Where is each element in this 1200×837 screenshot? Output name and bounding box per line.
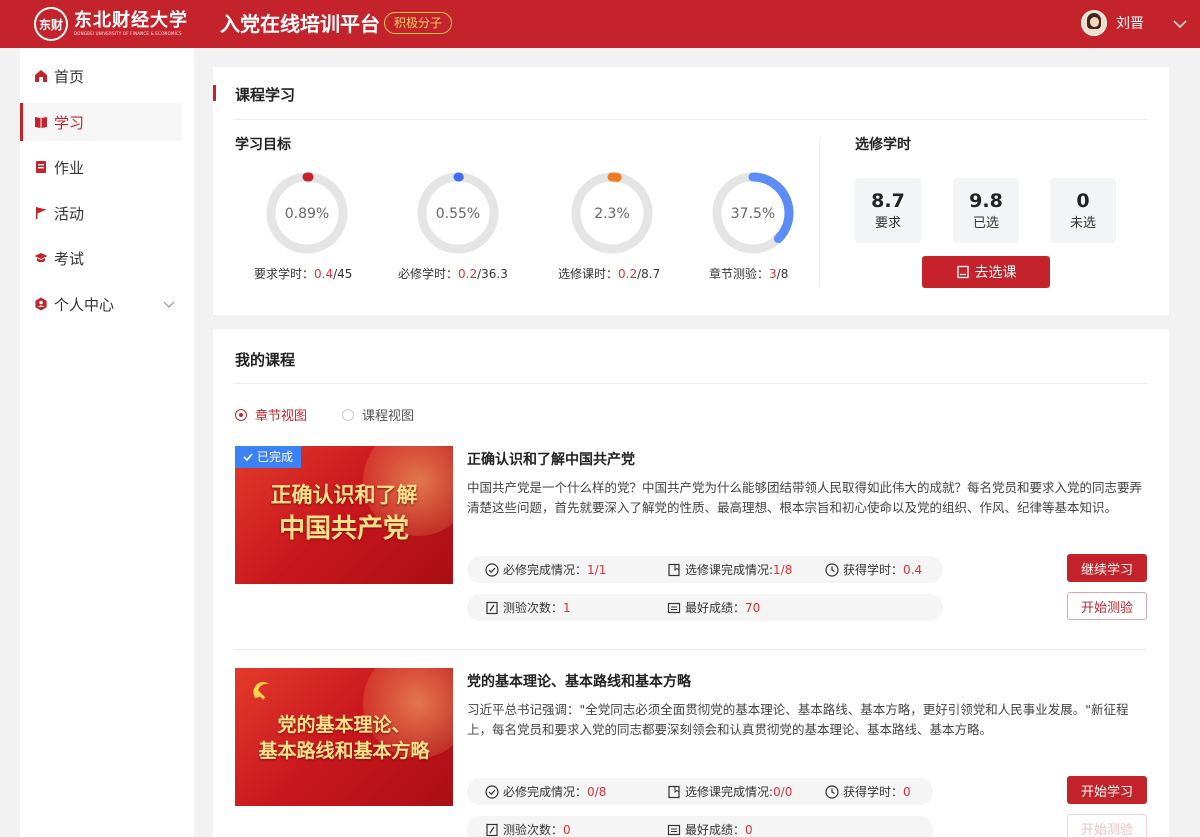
stat-unselected: 0 未选	[1050, 178, 1116, 243]
goal-title: 学习目标	[235, 137, 291, 153]
sidebar-item-label: 考试	[54, 249, 85, 268]
course-quiz-row: 测验次数： 0 最好成绩： 0	[467, 816, 933, 837]
divider	[235, 649, 1147, 650]
chevron-down-icon[interactable]	[1172, 16, 1188, 32]
view-toggle-chapter[interactable]: 章节视图	[235, 405, 307, 424]
sidebar-item-profile[interactable]: 个人中心	[20, 285, 182, 323]
sidebar-item-label: 首页	[54, 67, 85, 86]
ring-percent: 0.89%	[284, 206, 330, 222]
divider	[235, 119, 1147, 120]
choose-course-button[interactable]: 去选课	[922, 256, 1050, 288]
document-icon	[956, 265, 969, 279]
ring-percent: 37.5%	[730, 206, 776, 222]
university-seal-icon: 东财	[34, 7, 68, 41]
role-badge: 积极分子	[384, 12, 453, 34]
university-name-en: DONGBEI UNIVERSITY OF FINANCE & ECONOMIC…	[74, 31, 182, 36]
view-toggle-course[interactable]: 课程视图	[342, 405, 414, 424]
start-learning-button[interactable]: 开始学习	[1067, 776, 1147, 804]
user-avatar[interactable]	[1081, 10, 1107, 36]
course-quiz-row: 测验次数： 1 最好成绩： 70	[467, 594, 943, 621]
completed-badge: 已完成	[235, 446, 302, 468]
start-quiz-button[interactable]: 开始测验	[1067, 592, 1147, 620]
ring-percent: 2.3%	[594, 206, 630, 222]
best-score: 最好成绩： 0	[667, 816, 753, 837]
sidebar-item-label: 活动	[54, 204, 85, 223]
user-name[interactable]: 刘晋	[1116, 15, 1144, 33]
section-title: 课程学习	[235, 86, 296, 104]
check-circle-icon	[485, 784, 499, 799]
clock-icon	[825, 784, 839, 799]
ring-caption: 选修课时：0.2/8.7	[558, 267, 661, 281]
sidebar-item-label: 个人中心	[54, 295, 115, 314]
required-progress: 必修完成情况： 1/1	[485, 556, 606, 583]
elective-title: 选修学时	[855, 137, 911, 153]
edit-note-icon	[486, 823, 498, 836]
homework-icon	[36, 161, 46, 173]
sidebar-item-label: 学习	[54, 113, 85, 132]
course-thumbnail[interactable]: 党的基本理论、 基本路线和基本方略	[235, 668, 453, 806]
course-study-card: 课程学习 学习目标 0.89% 要求学时：0.4/45 0.55% 必修学时：0…	[213, 67, 1169, 315]
graduation-cap-icon	[34, 253, 48, 263]
elective-progress: 选修课完成情况: 1/8	[667, 556, 792, 583]
course-description: 中国共产党是一个什么样的党？中国共产党为什么能够团结带领人民取得如此伟大的成就？…	[467, 480, 1143, 515]
top-header: 东财 东北财经大学 DONGBEI UNIVERSITY OF FINANCE …	[0, 0, 1200, 48]
university-logo[interactable]: 东财 东北财经大学 DONGBEI UNIVERSITY OF FINANCE …	[34, 7, 188, 41]
quiz-count: 测验次数： 0	[485, 816, 571, 837]
course-description: 习近平总书记强调："全党同志必须全面贯彻党的基本理论、基本路线、基本方略，更好引…	[467, 702, 1129, 737]
section-title: 我的课程	[235, 351, 296, 369]
course-title[interactable]: 党的基本理论、基本路线和基本方略	[467, 671, 691, 691]
edit-note-icon	[486, 601, 498, 614]
scoreboard-icon	[667, 602, 681, 613]
book-icon	[35, 117, 47, 128]
university-name: 东北财经大学	[74, 10, 188, 31]
course-item: 党的基本理论、 基本路线和基本方略 党的基本理论、基本路线和基本方略 习近平总书…	[235, 668, 1147, 837]
check-icon	[243, 453, 253, 462]
course-title[interactable]: 正确认识和了解中国共产党	[467, 449, 635, 469]
sidebar-item-homework[interactable]: 作业	[20, 148, 182, 186]
sidebar-item-study[interactable]: 学习	[20, 103, 182, 141]
sidebar-item-activity[interactable]: 活动	[20, 194, 182, 232]
ring-caption: 必修学时：0.2/36.3	[398, 267, 508, 281]
notebook-icon	[668, 563, 680, 576]
my-courses-card: 我的课程 章节视图 课程视图 正确认识和了解 中国共产党 已完成 正确认识和了解…	[213, 329, 1169, 837]
section-marker	[213, 85, 216, 101]
clock-icon	[825, 562, 839, 577]
earned-hours: 获得学时： 0.4	[825, 556, 922, 583]
course-progress-row: 必修完成情况： 0/8 选修课完成情况: 0/0 获得学时： 0	[467, 778, 933, 805]
continue-learning-button[interactable]: 继续学习	[1067, 554, 1147, 582]
ring-percent: 0.55%	[435, 206, 481, 222]
best-score: 最好成绩： 70	[667, 594, 760, 621]
chevron-down-icon	[163, 301, 175, 308]
sidebar-item-label: 作业	[54, 158, 85, 177]
sidebar-item-exam[interactable]: 考试	[20, 239, 182, 277]
earned-hours: 获得学时： 0	[825, 778, 911, 805]
stat-selected: 9.8 已选	[953, 178, 1019, 243]
flag-icon	[36, 207, 47, 219]
ring-caption: 章节测验：3/8	[709, 267, 789, 281]
elective-progress: 选修课完成情况: 0/0	[667, 778, 792, 805]
course-thumbnail[interactable]: 正确认识和了解 中国共产党 已完成	[235, 446, 453, 584]
platform-title: 入党在线培训平台	[220, 12, 380, 36]
scoreboard-icon	[667, 824, 681, 835]
hammer-sickle-icon	[253, 682, 269, 700]
ring-caption: 要求学时：0.4/45	[254, 267, 353, 281]
start-quiz-button[interactable]: 开始测验	[1067, 814, 1147, 837]
divider	[235, 383, 1147, 384]
sidebar-item-home[interactable]: 首页	[20, 57, 182, 95]
user-icon	[35, 297, 47, 311]
course-progress-row: 必修完成情况： 1/1 选修课完成情况: 1/8 获得学时： 0.4	[467, 556, 943, 583]
sidebar: 首页 学习 作业 活动 考试 个人中心	[20, 48, 194, 837]
divider	[819, 139, 820, 287]
course-item: 正确认识和了解 中国共产党 已完成 正确认识和了解中国共产党 中国共产党是一个什…	[235, 446, 1147, 621]
check-circle-icon	[485, 562, 499, 577]
quiz-count: 测验次数： 1	[485, 594, 571, 621]
stat-required: 8.7 要求	[855, 178, 921, 243]
notebook-icon	[668, 785, 680, 798]
home-icon	[35, 70, 47, 82]
required-progress: 必修完成情况： 0/8	[485, 778, 606, 805]
